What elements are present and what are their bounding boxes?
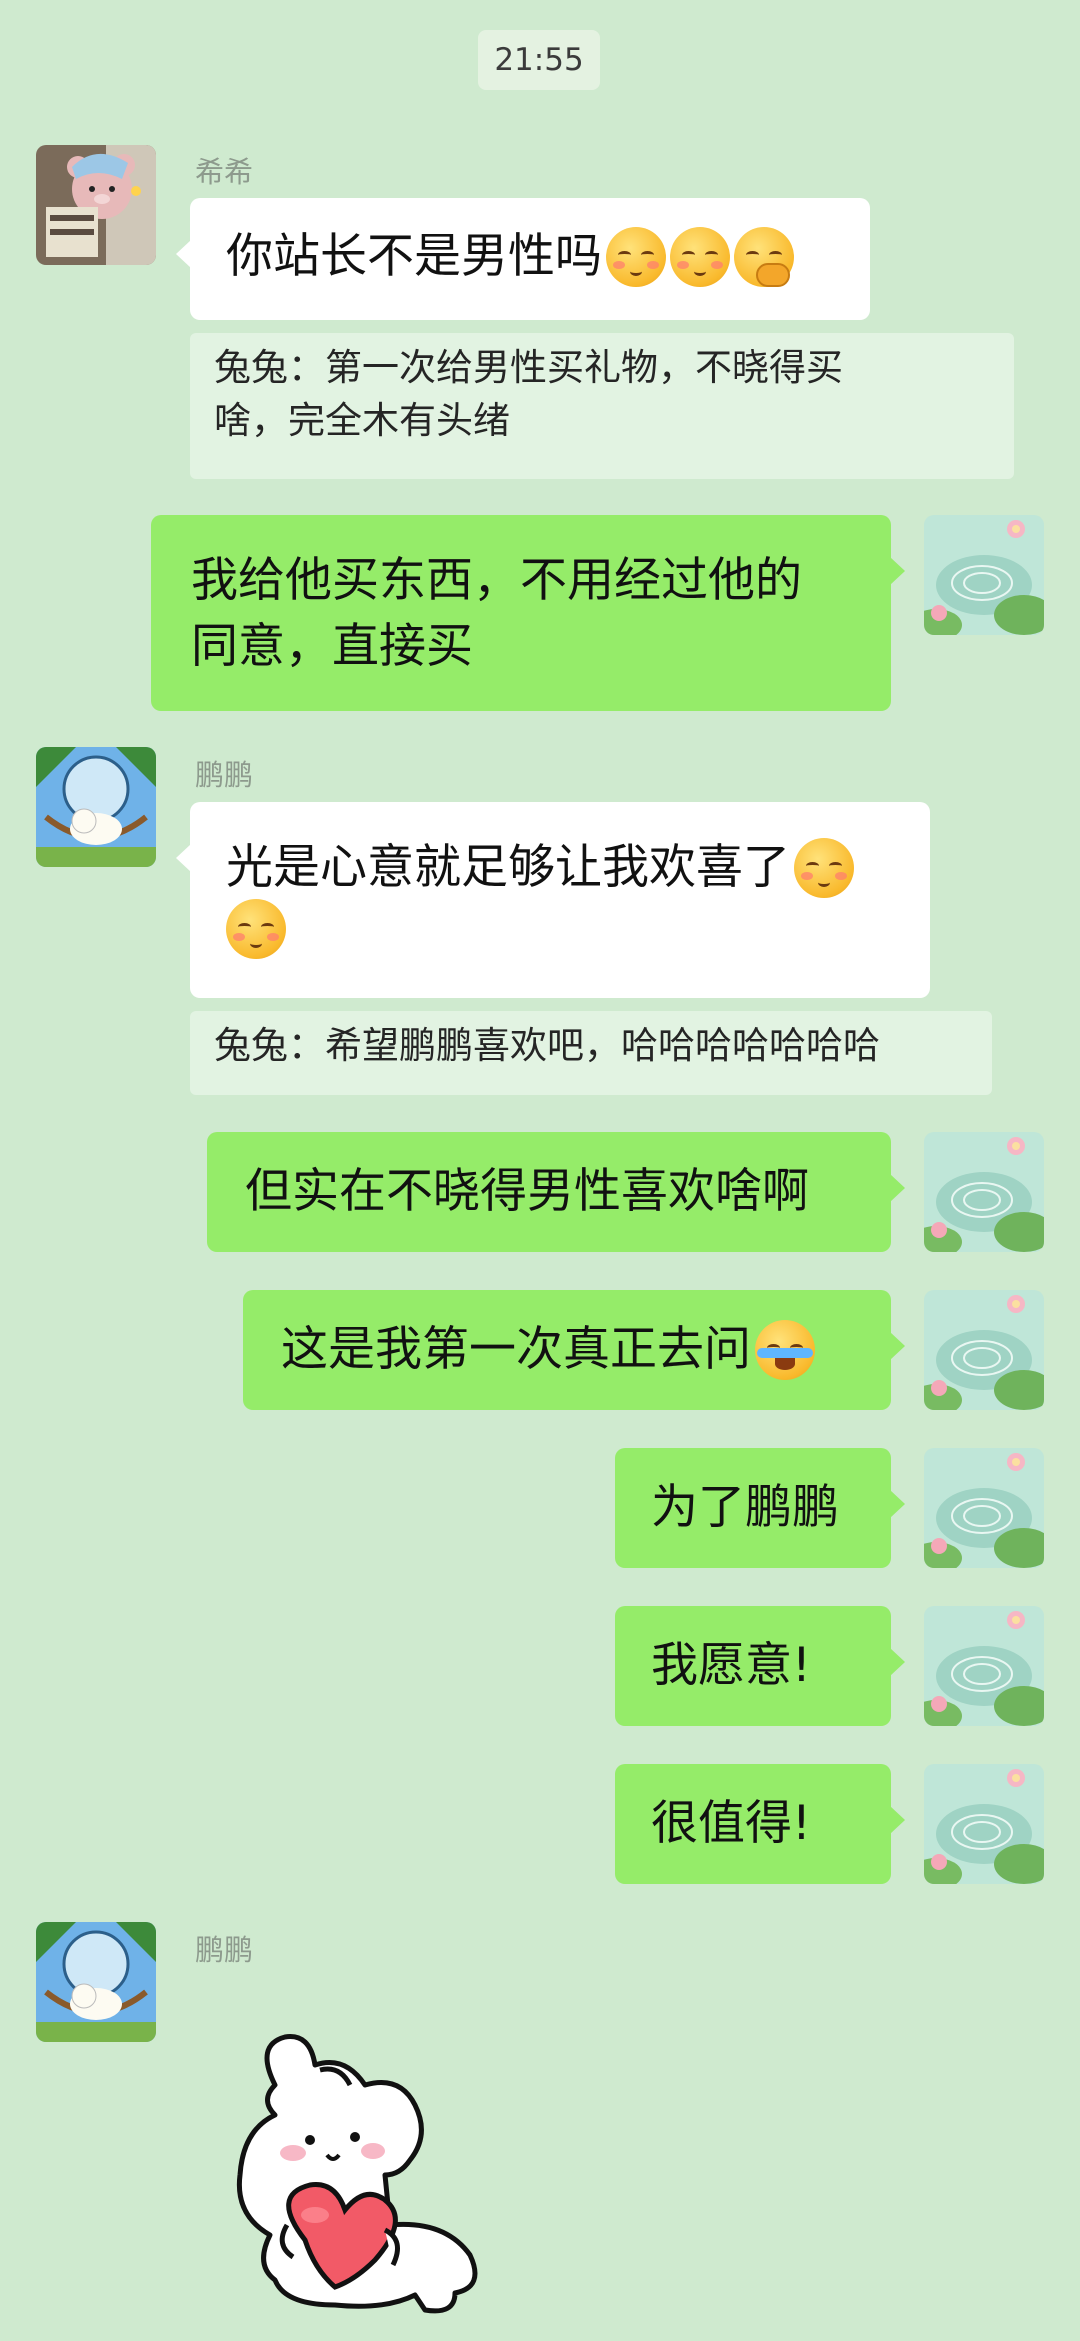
avatar-self[interactable] xyxy=(924,1606,1044,1726)
incoming-message-bubble[interactable]: 你站长不是男性吗 xyxy=(176,198,870,320)
outgoing-message-bubble[interactable]: 这是我第一次真正去问 xyxy=(243,1290,905,1410)
outgoing-message-bubble[interactable]: 我愿意! xyxy=(615,1606,905,1726)
outgoing-message-bubble[interactable]: 但实在不晓得男性喜欢啥啊 xyxy=(207,1132,905,1252)
avatar-self[interactable] xyxy=(924,515,1044,635)
avatar-xixi[interactable] xyxy=(36,145,156,265)
lotus-pond-avatar-icon xyxy=(924,1132,1044,1252)
sender-name-xixi: 希希 xyxy=(195,155,254,189)
sender-name-pengpeng: 鹏鹏 xyxy=(195,1933,254,1967)
sheep-hammock-avatar-icon xyxy=(36,1922,156,2042)
blushing-face-emoji-icon xyxy=(606,226,666,287)
message-text: 为了鹏鹏 xyxy=(651,1480,839,1535)
blushing-face-emoji-icon xyxy=(794,837,854,898)
outgoing-message-bubble[interactable]: 为了鹏鹏 xyxy=(615,1448,905,1568)
outgoing-message-bubble[interactable]: 我给他买东西，不用经过他的 同意，直接买 xyxy=(151,515,905,711)
outgoing-message-bubble[interactable]: 很值得! xyxy=(615,1764,905,1884)
timestamp: 21:55 xyxy=(478,30,600,90)
blushing-face-emoji-icon xyxy=(670,226,730,287)
sender-name-pengpeng: 鹏鹏 xyxy=(195,758,254,792)
message-text: 很值得! xyxy=(651,1796,811,1851)
hand-over-mouth-emoji-icon xyxy=(734,226,794,287)
lotus-pond-avatar-icon xyxy=(924,1606,1044,1726)
lotus-pond-avatar-icon xyxy=(924,1448,1044,1568)
avatar-pengpeng[interactable] xyxy=(36,1922,156,2042)
avatar-pengpeng[interactable] xyxy=(36,747,156,867)
message-text: 光是心意就足够让我欢喜了 xyxy=(226,840,790,895)
avatar-self[interactable] xyxy=(924,1290,1044,1410)
lotus-pond-avatar-icon xyxy=(924,515,1044,635)
message-text: 我愿意! xyxy=(651,1638,811,1693)
avatar-self[interactable] xyxy=(924,1764,1044,1884)
bear-plush-avatar-icon xyxy=(36,145,156,265)
puppy-holding-heart-sticker-icon[interactable] xyxy=(215,2025,515,2325)
message-text: 这是我第一次真正去问 xyxy=(281,1322,751,1377)
quoted-reply[interactable]: 兔兔：希望鹏鹏喜欢吧，哈哈哈哈哈哈哈 xyxy=(190,1011,992,1095)
lotus-pond-avatar-icon xyxy=(924,1290,1044,1410)
avatar-self[interactable] xyxy=(924,1448,1044,1568)
message-text: 但实在不晓得男性喜欢啥啊 xyxy=(245,1164,809,1219)
message-text: 你站长不是男性吗 xyxy=(226,229,602,284)
incoming-message-bubble[interactable]: 光是心意就足够让我欢喜了 xyxy=(176,802,930,998)
quoted-reply[interactable]: 兔兔：第一次给男性买礼物，不晓得买 啥，完全木有头绪 xyxy=(190,333,1014,479)
message-text: 我给他买东西，不用经过他的 同意，直接买 xyxy=(191,553,802,674)
lotus-pond-avatar-icon xyxy=(924,1764,1044,1884)
sheep-hammock-avatar-icon xyxy=(36,747,156,867)
laughing-crying-emoji-icon xyxy=(755,1319,815,1380)
blushing-face-emoji-icon xyxy=(226,898,286,959)
avatar-self[interactable] xyxy=(924,1132,1044,1252)
